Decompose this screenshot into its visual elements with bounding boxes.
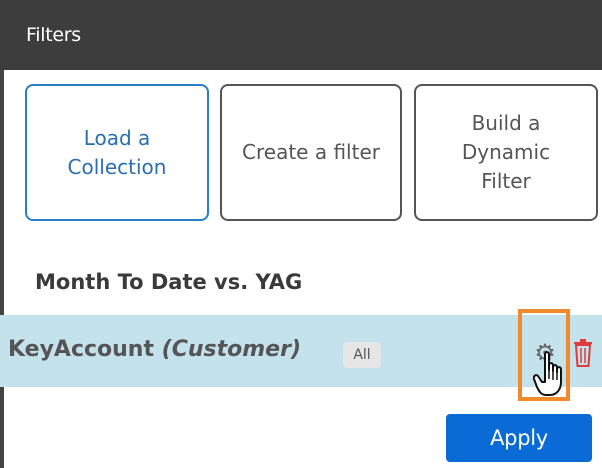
panel-header: Filters [0, 0, 602, 70]
filter-name: KeyAccount [8, 337, 154, 362]
hand-cursor-icon [533, 351, 562, 396]
trash-icon[interactable] [572, 339, 594, 367]
create-filter-button[interactable]: Create a filter [220, 84, 402, 221]
panel-left-border [0, 70, 4, 468]
filter-type: (Customer) [161, 337, 302, 362]
load-collection-button[interactable]: Load a Collection [25, 84, 209, 221]
section-title: Month To Date vs. YAG [35, 270, 303, 294]
build-dynamic-filter-button[interactable]: Build a Dynamic Filter [414, 84, 598, 221]
apply-button[interactable]: Apply [446, 414, 592, 462]
panel-title: Filters [26, 24, 81, 46]
filter-label: KeyAccount (Customer) [8, 337, 301, 362]
filter-row[interactable]: KeyAccount (Customer) All ⚙ [0, 315, 602, 387]
filter-value-badge[interactable]: All [343, 342, 381, 368]
filters-panel: Filters Load a Collection Create a filte… [0, 0, 602, 468]
